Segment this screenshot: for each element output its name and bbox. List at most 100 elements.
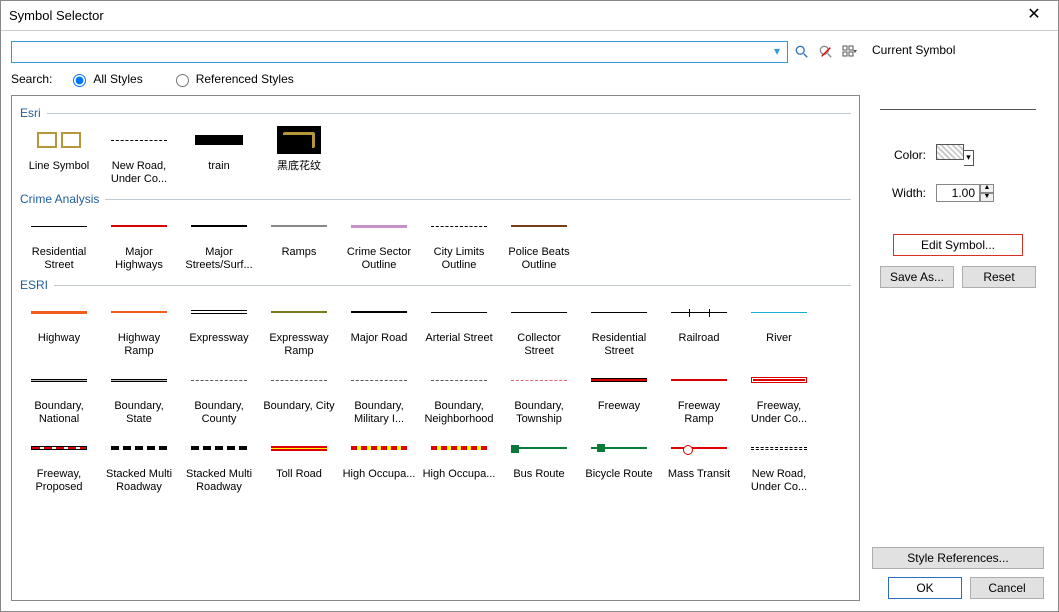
symbol-item[interactable]: Stacked Multi Roadway Ramp — [180, 430, 258, 496]
symbol-item[interactable]: Freeway, Proposed — [20, 430, 98, 496]
symbol-item[interactable]: Boundary, State — [100, 362, 178, 428]
symbol-label: Major Road — [351, 332, 408, 345]
cancel-button[interactable]: Cancel — [970, 577, 1044, 599]
color-swatch[interactable] — [936, 144, 964, 160]
symbol-swatch — [27, 364, 91, 396]
symbol-swatch — [347, 364, 411, 396]
symbol-item[interactable]: Mass Transit — [660, 430, 738, 496]
symbol-label: Crime Sector Outline — [342, 246, 416, 272]
radio-referenced-styles[interactable]: Referenced Styles — [171, 71, 294, 87]
symbol-item[interactable]: Residential Street — [20, 208, 98, 274]
symbol-swatch — [427, 210, 491, 242]
symbol-item[interactable]: Freeway, Under Co... — [740, 362, 818, 428]
symbol-item[interactable]: Highway Ramp — [100, 294, 178, 360]
symbol-swatch — [347, 432, 411, 464]
symbol-item[interactable]: Boundary, Township — [500, 362, 578, 428]
symbol-swatch — [747, 364, 811, 396]
symbol-item[interactable]: New Road, Under Co... — [740, 430, 818, 496]
symbol-label: Freeway, Under Co... — [742, 400, 816, 426]
symbol-label: Bus Route — [513, 468, 564, 481]
symbol-label: New Road, Under Co... — [102, 160, 176, 186]
symbol-label: Arterial Street — [425, 332, 492, 345]
symbol-label: Highway — [38, 332, 80, 345]
symbol-swatch — [747, 296, 811, 328]
symbol-label: Expressway — [189, 332, 248, 345]
symbol-swatch — [187, 364, 251, 396]
symbol-item[interactable]: Major Streets/Surf... — [180, 208, 258, 274]
ok-button[interactable]: OK — [888, 577, 962, 599]
symbol-item[interactable]: New Road, Under Co... — [100, 122, 178, 188]
symbol-label: Line Symbol — [29, 160, 90, 173]
symbol-swatch — [267, 210, 331, 242]
symbol-item[interactable]: Ramps — [260, 208, 338, 274]
symbol-item[interactable]: Expressway Ramp — [260, 294, 338, 360]
symbol-item[interactable]: River — [740, 294, 818, 360]
symbol-item[interactable]: Stacked Multi Roadway — [100, 430, 178, 496]
symbol-item[interactable]: Expressway — [180, 294, 258, 360]
symbol-label: Boundary, Neighborhood — [422, 400, 496, 426]
symbol-swatch — [107, 432, 171, 464]
symbol-item[interactable]: Line Symbol — [20, 122, 98, 188]
search-dropdown-icon[interactable]: ▾ — [769, 44, 785, 60]
symbol-list[interactable]: EsriLine SymbolNew Road, Under Co...trai… — [11, 95, 860, 601]
symbol-item[interactable]: City Limits Outline — [420, 208, 498, 274]
symbol-swatch — [587, 432, 651, 464]
edit-symbol-button[interactable]: Edit Symbol... — [893, 234, 1023, 256]
symbol-item[interactable]: Bus Route — [500, 430, 578, 496]
symbol-label: Boundary, State — [102, 400, 176, 426]
symbol-item[interactable]: Freeway Ramp — [660, 362, 738, 428]
symbol-label: Expressway Ramp — [262, 332, 336, 358]
symbol-item[interactable]: High Occupa... — [420, 430, 498, 496]
symbol-item[interactable]: Freeway — [580, 362, 658, 428]
symbol-item[interactable]: Boundary, Neighborhood — [420, 362, 498, 428]
symbol-label: Police Beats Outline — [502, 246, 576, 272]
symbol-swatch — [27, 124, 91, 156]
symbol-item[interactable]: Boundary, County — [180, 362, 258, 428]
color-label: Color: — [876, 148, 926, 162]
symbol-label: Boundary, City — [263, 400, 334, 413]
symbol-label: Boundary, National — [22, 400, 96, 426]
symbol-label: Highway Ramp — [102, 332, 176, 358]
width-spin-down[interactable]: ▼ — [980, 193, 994, 202]
symbol-swatch — [507, 296, 571, 328]
symbol-item[interactable]: Arterial Street — [420, 294, 498, 360]
symbol-item[interactable]: Police Beats Outline — [500, 208, 578, 274]
symbol-item[interactable]: Residential Street — [580, 294, 658, 360]
symbol-item[interactable]: Railroad — [660, 294, 738, 360]
symbol-item[interactable]: High Occupa... — [340, 430, 418, 496]
radio-all-styles[interactable]: All Styles — [68, 71, 142, 87]
symbol-item[interactable]: Toll Road — [260, 430, 338, 496]
symbol-label: High Occupa... — [423, 468, 496, 481]
symbol-swatch — [507, 364, 571, 396]
symbol-item[interactable]: 黑底花纹 — [260, 122, 338, 188]
symbol-item[interactable]: Bicycle Route — [580, 430, 658, 496]
clear-search-icon[interactable] — [816, 42, 836, 62]
symbol-item[interactable]: Collector Street — [500, 294, 578, 360]
symbol-label: Residential Street — [22, 246, 96, 272]
symbol-item[interactable]: Major Road — [340, 294, 418, 360]
reset-button[interactable]: Reset — [962, 266, 1036, 288]
symbol-item[interactable]: train — [180, 122, 258, 188]
close-icon[interactable]: ✕ — [1018, 4, 1050, 28]
symbol-label: Collector Street — [502, 332, 576, 358]
style-references-button[interactable]: Style References... — [872, 547, 1044, 569]
symbol-swatch — [267, 432, 331, 464]
symbol-item[interactable]: Crime Sector Outline — [340, 208, 418, 274]
color-dropdown-icon[interactable]: ▾ — [964, 150, 974, 166]
save-as-button[interactable]: Save As... — [880, 266, 954, 288]
width-spin-up[interactable]: ▲ — [980, 184, 994, 193]
search-input-container: ▾ — [11, 41, 788, 63]
symbol-label: Freeway, Proposed — [22, 468, 96, 494]
symbol-swatch — [107, 296, 171, 328]
width-input[interactable] — [936, 184, 980, 202]
search-input[interactable] — [12, 42, 767, 62]
symbol-label: High Occupa... — [343, 468, 416, 481]
symbol-item[interactable]: Boundary, National — [20, 362, 98, 428]
symbol-item[interactable]: Boundary, City — [260, 362, 338, 428]
symbol-item[interactable]: Highway — [20, 294, 98, 360]
view-options-icon[interactable] — [840, 42, 860, 62]
symbol-label: 黑底花纹 — [277, 160, 321, 173]
symbol-item[interactable]: Boundary, Military I... — [340, 362, 418, 428]
search-icon[interactable] — [792, 42, 812, 62]
symbol-item[interactable]: Major Highways — [100, 208, 178, 274]
